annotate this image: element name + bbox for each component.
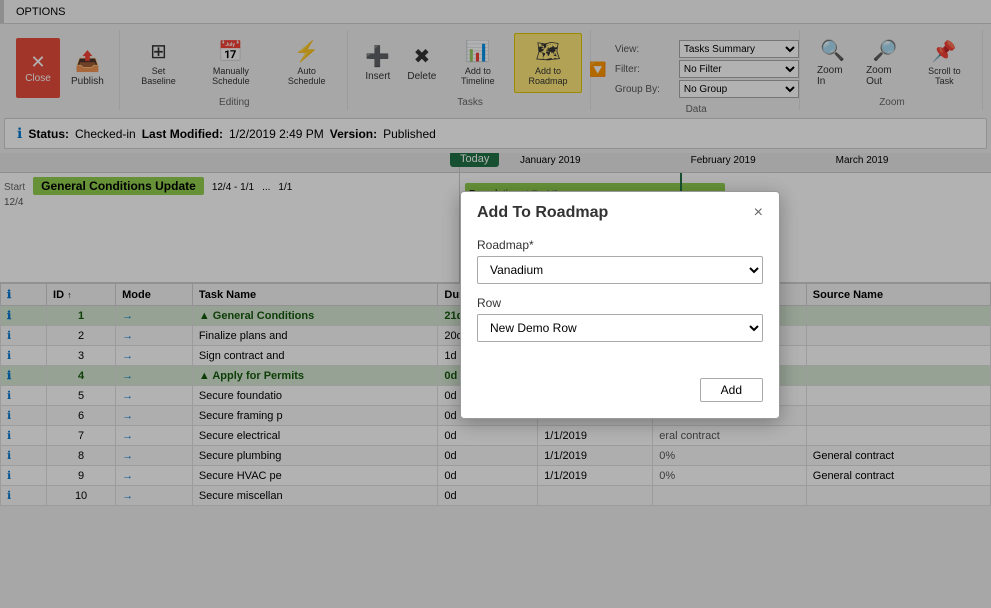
roadmap-label: Roadmap*	[477, 238, 763, 252]
roadmap-form-group: Roadmap* Vanadium Summary Alpha Beta	[477, 238, 763, 284]
roadmap-select[interactable]: Vanadium Summary Alpha Beta	[477, 256, 763, 284]
modal-header: Add To Roadmap ×	[461, 192, 779, 230]
add-to-roadmap-modal: Add To Roadmap × Roadmap* Vanadium Summa…	[460, 191, 780, 419]
modal-body: Roadmap* Vanadium Summary Alpha Beta Row…	[461, 230, 779, 370]
row-form-group: Row New Demo Row Row 1 Row 2 Row 3	[477, 296, 763, 342]
modal-close-button[interactable]: ×	[754, 204, 763, 222]
modal-footer: Add	[461, 370, 779, 418]
row-label: Row	[477, 296, 763, 310]
modal-overlay: Add To Roadmap × Roadmap* Vanadium Summa…	[0, 0, 991, 608]
modal-title: Add To Roadmap	[477, 204, 608, 222]
add-button[interactable]: Add	[700, 378, 763, 402]
row-select[interactable]: New Demo Row Row 1 Row 2 Row 3	[477, 314, 763, 342]
